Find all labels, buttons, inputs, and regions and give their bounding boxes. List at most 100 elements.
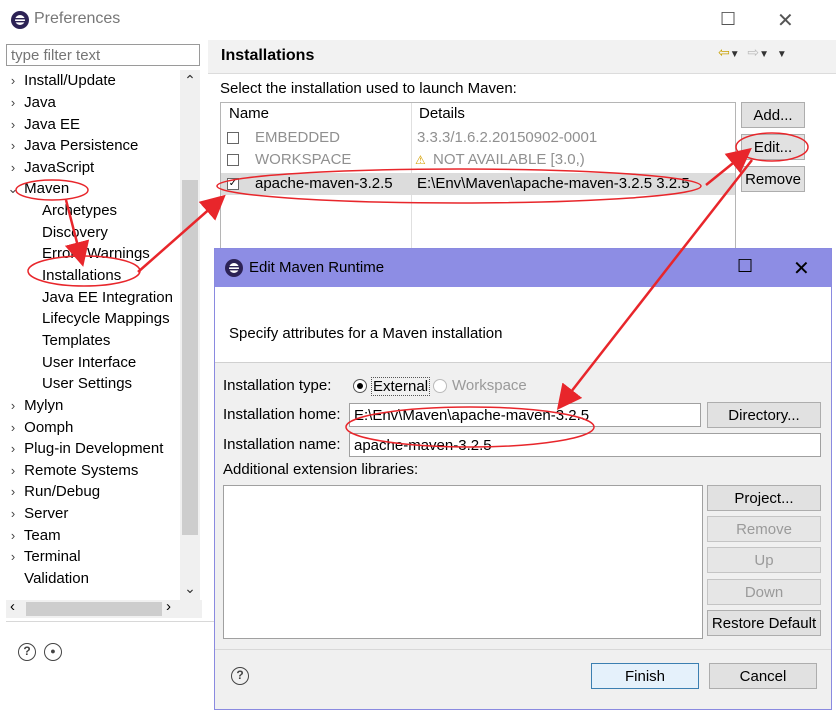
radio-external[interactable]: [353, 379, 367, 393]
scrollbar-thumb[interactable]: [182, 180, 198, 535]
chevron-right-icon[interactable]: ›: [6, 438, 20, 459]
scroll-left-icon[interactable]: ‹: [10, 598, 15, 615]
chevron-right-icon[interactable]: ›: [6, 395, 20, 416]
chevron-right-icon[interactable]: ›: [6, 460, 20, 481]
installation-home-input[interactable]: [349, 403, 701, 427]
add-button[interactable]: Add...: [741, 102, 805, 128]
eclipse-app-icon: [10, 10, 30, 30]
cancel-button[interactable]: Cancel: [709, 663, 817, 689]
tree-item-templates[interactable]: Templates: [42, 330, 110, 351]
chevron-down-icon[interactable]: ⌄: [6, 178, 20, 199]
tree-vertical-scrollbar[interactable]: ⌃ ⌄: [180, 70, 200, 600]
filter-input[interactable]: [6, 44, 200, 66]
chevron-right-icon[interactable]: ›: [6, 114, 20, 135]
scroll-down-icon[interactable]: ⌄: [180, 580, 200, 597]
page-title: Installations: [221, 47, 315, 64]
tree-item-validation[interactable]: Validation: [6, 568, 89, 589]
installation-type-label: Installation type:: [223, 377, 332, 394]
row-details: E:\Env\Maven\apache-maven-3.2.5 3.2.5: [417, 175, 690, 192]
tree-item-run-debug[interactable]: › Run/Debug: [6, 481, 100, 502]
window-title: Preferences: [34, 10, 121, 27]
tree-item-plugin-development[interactable]: › Plug-in Development: [6, 438, 164, 459]
dialog-message: Specify attributes for a Maven installat…: [229, 325, 503, 342]
back-menu-icon[interactable]: ▼: [730, 49, 740, 60]
tree-item-terminal[interactable]: › Terminal: [6, 546, 81, 567]
chevron-right-icon[interactable]: ›: [6, 70, 20, 91]
tree-item-java[interactable]: › Java: [6, 92, 56, 113]
extension-libraries-list[interactable]: [223, 485, 703, 639]
column-header-name[interactable]: Name: [229, 105, 269, 122]
dialog-title: Edit Maven Runtime: [249, 259, 385, 276]
project-button[interactable]: Project...: [707, 485, 821, 511]
row-checkbox[interactable]: [227, 154, 239, 166]
finish-button[interactable]: Finish: [591, 663, 699, 689]
chevron-right-icon[interactable]: ›: [6, 417, 20, 438]
row-checkbox-checked[interactable]: ✓: [227, 178, 239, 190]
tree-item-java-ee[interactable]: › Java EE: [6, 114, 80, 135]
divider: [215, 649, 831, 650]
column-header-details[interactable]: Details: [419, 105, 465, 122]
edit-maven-runtime-dialog: Edit Maven Runtime ☐ ✕ Specify attribute…: [214, 248, 832, 710]
table-row-selected[interactable]: ✓ apache-maven-3.2.5 E:\Env\Maven\apache…: [221, 173, 735, 195]
radio-workspace[interactable]: [433, 379, 447, 393]
installation-home-label: Installation home:: [223, 406, 341, 423]
maximize-button[interactable]: ☐: [720, 9, 736, 30]
restore-default-button[interactable]: Restore Default: [707, 610, 821, 636]
radio-external-label[interactable]: External: [371, 377, 431, 396]
installation-name-label: Installation name:: [223, 436, 341, 453]
forward-menu-icon[interactable]: ▼: [759, 49, 769, 60]
close-icon[interactable]: ✕: [777, 8, 794, 33]
scroll-right-icon[interactable]: ›: [166, 598, 171, 615]
tree-item-oomph[interactable]: › Oomph: [6, 417, 74, 438]
back-arrow-icon[interactable]: ⇦: [718, 44, 730, 60]
chevron-right-icon[interactable]: ›: [6, 92, 20, 113]
chevron-right-icon[interactable]: ›: [6, 157, 20, 178]
row-details: 3.3.3/1.6.2.20150902-0001: [417, 129, 598, 146]
tree-item-team[interactable]: › Team: [6, 525, 61, 546]
table-row[interactable]: WORKSPACE ⚠ NOT AVAILABLE [3.0,): [221, 149, 735, 171]
scrollbar-thumb[interactable]: [26, 602, 162, 616]
tree-item-discovery[interactable]: Discovery: [42, 222, 108, 243]
tree-item-installations[interactable]: Installations: [42, 265, 121, 286]
forward-arrow-icon[interactable]: ⇨: [747, 44, 759, 60]
tree-item-mylyn[interactable]: › Mylyn: [6, 395, 64, 416]
edit-button[interactable]: Edit...: [741, 134, 805, 160]
tree-item-java-ee-integration[interactable]: Java EE Integration: [42, 287, 173, 308]
row-checkbox[interactable]: [227, 132, 239, 144]
help-icon[interactable]: ?: [231, 667, 249, 685]
maximize-button[interactable]: ☐: [737, 256, 753, 277]
tree-item-errors-warnings[interactable]: Errors/Warnings: [42, 243, 150, 264]
tree-item-javascript[interactable]: › JavaScript: [6, 157, 94, 178]
tree-horizontal-scrollbar[interactable]: ‹ ›: [6, 598, 202, 618]
table-row[interactable]: EMBEDDED 3.3.3/1.6.2.20150902-0001: [221, 127, 735, 149]
tree-item-archetypes[interactable]: Archetypes: [42, 200, 117, 221]
chevron-right-icon[interactable]: ›: [6, 481, 20, 502]
view-menu-icon[interactable]: ▼: [777, 49, 787, 60]
chevron-right-icon[interactable]: ›: [6, 546, 20, 567]
import-export-icon[interactable]: ●: [44, 643, 62, 661]
close-icon[interactable]: ✕: [793, 256, 810, 281]
tree-item-remote-systems[interactable]: › Remote Systems: [6, 460, 139, 481]
tree-item-user-settings[interactable]: User Settings: [42, 373, 132, 394]
tree-item-java-persistence[interactable]: › Java Persistence: [6, 135, 139, 156]
row-name: apache-maven-3.2.5: [255, 175, 393, 192]
chevron-right-icon[interactable]: ›: [6, 135, 20, 156]
tree-item-lifecycle-mappings[interactable]: Lifecycle Mappings: [42, 308, 170, 329]
remove-button[interactable]: Remove: [741, 166, 805, 192]
tree-item-maven[interactable]: ⌄ Maven: [6, 178, 70, 199]
up-button[interactable]: Up: [707, 547, 821, 573]
installation-name-input[interactable]: [349, 433, 821, 457]
tree-item-user-interface[interactable]: User Interface: [42, 352, 136, 373]
tree-item-server[interactable]: › Server: [6, 503, 69, 524]
chevron-right-icon[interactable]: ›: [6, 503, 20, 524]
eclipse-app-icon: [224, 258, 244, 278]
scroll-up-icon[interactable]: ⌃: [180, 72, 200, 89]
remove-library-button[interactable]: Remove: [707, 516, 821, 542]
radio-workspace-label[interactable]: Workspace: [452, 377, 527, 394]
down-button[interactable]: Down: [707, 579, 821, 605]
directory-button[interactable]: Directory...: [707, 402, 821, 428]
chevron-right-icon[interactable]: ›: [6, 525, 20, 546]
tree-item-install-update[interactable]: › Install/Update: [6, 70, 116, 91]
installations-table: Name Details EMBEDDED 3.3.3/1.6.2.201509…: [220, 102, 736, 263]
help-icon[interactable]: ?: [18, 643, 36, 661]
